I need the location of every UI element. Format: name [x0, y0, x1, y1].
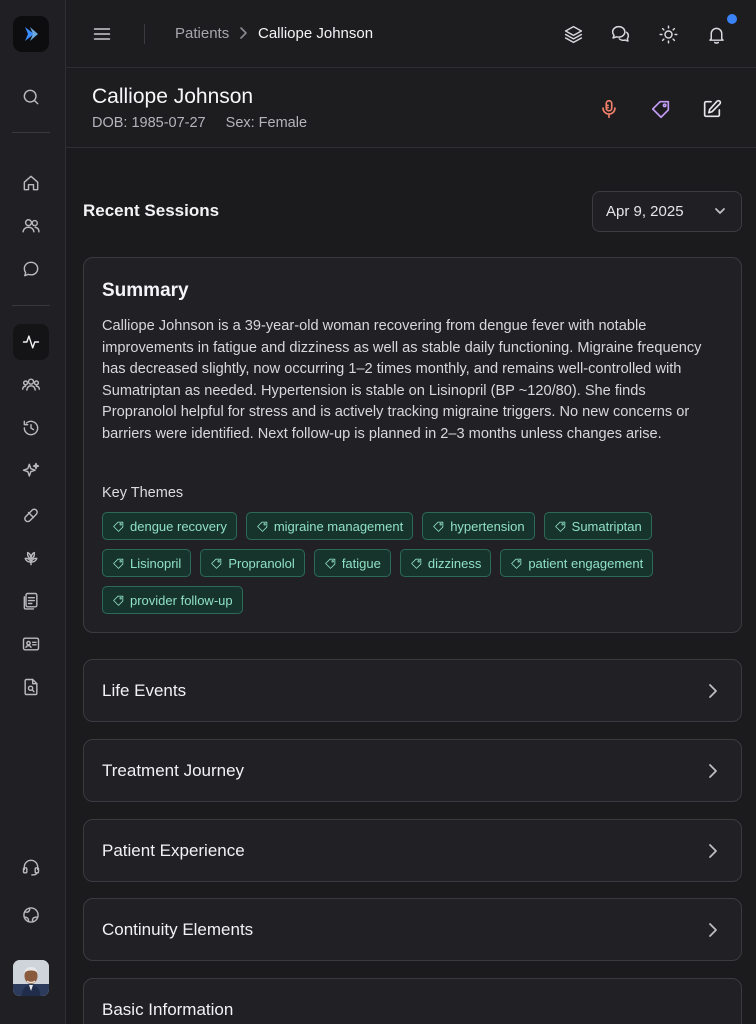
recent-sessions-title: Recent Sessions: [83, 201, 220, 220]
sun-icon[interactable]: [656, 22, 680, 46]
theme-tag-label: fatigue: [341, 555, 381, 571]
tag-icon: [113, 558, 124, 569]
logo-icon[interactable]: [13, 16, 49, 52]
theme-tag[interactable]: hypertension: [422, 512, 535, 540]
section-title: Patient Experience: [102, 841, 245, 860]
theme-tag[interactable]: migraine management: [245, 512, 414, 540]
sex-label: Sex:: [225, 115, 255, 131]
search-icon[interactable]: [13, 79, 49, 115]
theme-tag[interactable]: provider follow-up: [102, 586, 243, 614]
tag-icon: [257, 521, 268, 532]
menu-icon[interactable]: [90, 20, 114, 48]
headset-icon[interactable]: [13, 849, 49, 885]
theme-tag[interactable]: fatigue: [313, 549, 391, 577]
summary-card: Summary Calliope Johnson is a 39-year-ol…: [83, 257, 742, 633]
summary-text: Calliope Johnson is a 39-year-old woman …: [102, 318, 702, 442]
tag-icon: [325, 558, 336, 569]
top-bar: Patients Calliope Johnson: [66, 0, 756, 68]
tag-icon: [411, 558, 422, 569]
theme-tag[interactable]: Lisinopril: [102, 549, 192, 577]
dob-value: 1985-07-27: [131, 115, 206, 131]
theme-tag[interactable]: patient engagement: [500, 549, 654, 577]
section-treatment-journey[interactable]: Treatment Journey: [83, 739, 742, 802]
sex-value: Female: [258, 115, 308, 131]
section-patient-experience[interactable]: Patient Experience: [83, 819, 742, 882]
chat-icon[interactable]: [13, 251, 49, 287]
patient-header: Calliope Johnson DOB: 1985-07-27 Sex: Fema…: [66, 69, 756, 148]
patient-name: Calliope Johnson: [92, 85, 254, 108]
tag-icon: [433, 521, 444, 532]
lotus-icon[interactable]: [13, 540, 49, 576]
sidebar: [0, 0, 66, 1024]
theme-tag-label: migraine management: [273, 518, 404, 534]
theme-tag-label: hypertension: [450, 518, 525, 534]
theme-tag-label: Propranolol: [228, 555, 295, 571]
messages-icon[interactable]: [608, 22, 632, 46]
section-title: Continuity Elements: [102, 920, 254, 939]
bell-icon[interactable]: [704, 22, 728, 46]
section-continuity-elements[interactable]: Continuity Elements: [83, 898, 742, 961]
globe-icon[interactable]: [13, 897, 49, 933]
chevron-right-icon: [705, 682, 721, 700]
theme-tag-label: dizziness: [427, 555, 482, 571]
session-date-value: Apr 9, 2025: [606, 203, 684, 220]
theme-tag-label: provider follow-up: [130, 592, 233, 608]
sidebar-divider: [12, 132, 50, 133]
section-basic-information[interactable]: Basic Information: [83, 978, 742, 1024]
theme-tag-label: Sumatriptan: [571, 518, 642, 534]
theme-tag[interactable]: Propranolol: [200, 549, 305, 577]
session-date-select[interactable]: Apr 9, 2025: [592, 191, 742, 232]
breadcrumb-current: Calliope Johnson: [258, 25, 374, 42]
pill-icon[interactable]: [13, 497, 49, 533]
topbar-divider: [144, 24, 145, 44]
tag-icon: [211, 558, 222, 569]
theme-tag[interactable]: dengue recovery: [102, 512, 237, 540]
microphone-icon[interactable]: [596, 96, 622, 122]
tag-icon: [113, 521, 124, 532]
sidebar-divider: [12, 305, 50, 306]
notification-badge: [727, 14, 737, 24]
users-icon[interactable]: [13, 208, 49, 244]
summary-title: Summary: [102, 280, 189, 301]
breadcrumb-patients[interactable]: Patients: [175, 24, 229, 44]
tag-icon: [511, 558, 522, 569]
tag-icon: [554, 521, 565, 532]
key-themes-label: Key Themes: [102, 485, 184, 501]
edit-icon[interactable]: [699, 96, 725, 122]
sparkles-icon[interactable]: [13, 453, 49, 489]
section-life-events[interactable]: Life Events: [83, 659, 742, 722]
avatar[interactable]: [13, 960, 49, 996]
theme-tag[interactable]: dizziness: [399, 549, 492, 577]
id-card-icon[interactable]: [13, 626, 49, 662]
theme-tag-label: patient engagement: [528, 555, 644, 571]
chevron-right-icon: [705, 842, 721, 860]
main-content: Recent Sessions Apr 9, 2025 Summary Call…: [66, 149, 756, 1024]
chevron-right-icon: [705, 921, 721, 939]
section-title: Life Events: [102, 681, 187, 700]
documents-icon[interactable]: [13, 583, 49, 619]
layers-icon[interactable]: [561, 22, 585, 46]
activity-icon[interactable]: [13, 324, 49, 360]
history-icon[interactable]: [13, 410, 49, 446]
theme-tag-label: dengue recovery: [130, 518, 227, 534]
group-icon[interactable]: [13, 367, 49, 403]
theme-tag-label: Lisinopril: [130, 555, 182, 571]
theme-tag[interactable]: Sumatriptan: [543, 512, 652, 540]
section-title: Basic Information: [102, 1000, 234, 1019]
breadcrumb-separator: [238, 23, 250, 49]
tag-icon[interactable]: [648, 96, 674, 122]
patient-meta: DOB: 1985-07-27 Sex: Female: [92, 115, 323, 131]
section-title: Treatment Journey: [102, 761, 245, 780]
key-themes-list: dengue recovery migraine management hype…: [102, 512, 732, 614]
home-icon[interactable]: [13, 165, 49, 201]
file-search-icon[interactable]: [13, 669, 49, 705]
chevron-right-icon: [705, 762, 721, 780]
dob-label: DOB:: [92, 115, 128, 131]
chevron-down-icon: [713, 204, 727, 218]
tag-icon: [113, 595, 124, 606]
